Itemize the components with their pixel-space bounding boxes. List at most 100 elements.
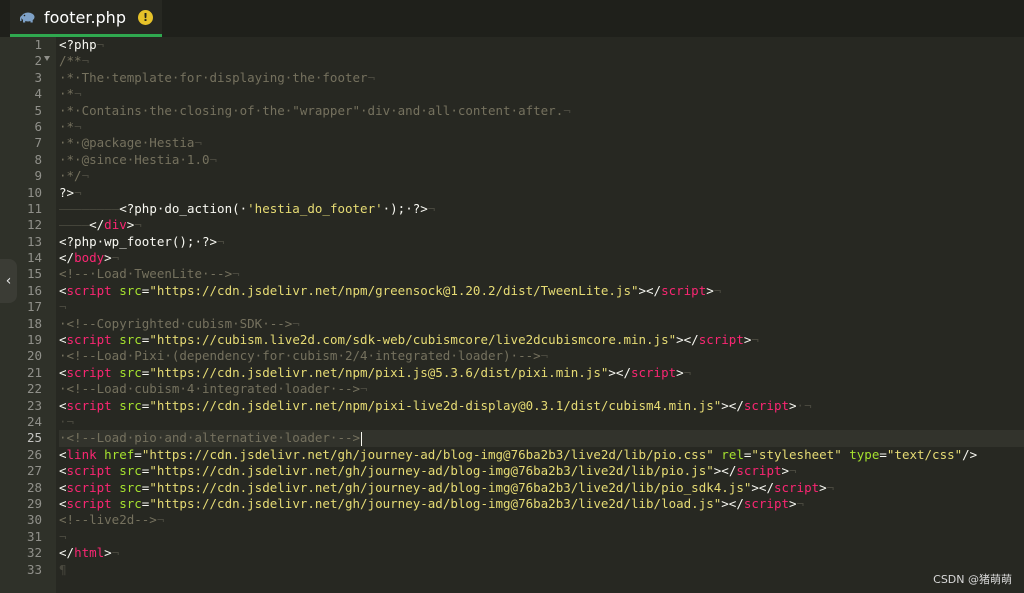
code-line[interactable]: </body>¬ (59, 250, 1024, 266)
code-token: ¬ (74, 118, 82, 134)
code-line[interactable]: ·*·@since·Hestia·1.0¬ (59, 152, 1024, 168)
tab-footer-php[interactable]: footer.php ! (10, 0, 162, 37)
code-token: "https://cdn.jsdelivr.net/npm/pixi.js@5.… (149, 364, 609, 380)
code-token: html (74, 545, 105, 561)
code-token: ¶ (59, 561, 67, 577)
code-token: ·);·?> (382, 200, 428, 216)
code-token: ·<!--Load·pio·and·alternative·loader·--> (59, 430, 361, 446)
code-token: "https://cdn.jsdelivr.net/gh/journey-ad/… (149, 463, 714, 479)
code-line[interactable]: ·¬ (59, 414, 1024, 430)
code-token: < (59, 446, 67, 462)
code-area[interactable]: <?php¬/**¬ ·*·The·template·for·displaying… (59, 37, 1024, 578)
code-token: <?php·do_action(· (119, 200, 248, 216)
code-line[interactable]: ¬ (59, 299, 1024, 315)
code-token: ¬ (789, 463, 797, 479)
code-token: ———— (59, 217, 90, 233)
code-token: "https://cdn.jsdelivr.net/npm/pixi-live2… (149, 397, 722, 413)
code-token: src (119, 332, 142, 348)
code-token: /** (59, 53, 82, 69)
code-token: ¬ (74, 86, 82, 102)
code-token: = (879, 446, 887, 462)
code-token: ·*·@since·Hestia·1.0 (59, 151, 210, 167)
code-line[interactable]: </html>¬ (59, 545, 1024, 561)
code-token: ¬ (134, 217, 142, 233)
code-token: ¬ (540, 348, 549, 364)
code-line[interactable]: <script src="https://cubism.live2d.com/s… (59, 332, 1024, 348)
code-line[interactable]: ·<!--Copyrighted·cubism·SDK·-->¬ (59, 316, 1024, 332)
code-token: ———————— (59, 200, 120, 216)
code-line[interactable]: ·*·@package·Hestia¬ (59, 135, 1024, 151)
code-token: </ (89, 217, 105, 233)
code-line[interactable]: ·*·The·template·for·displaying·the·foote… (59, 70, 1024, 86)
code-line[interactable]: ·<!--Load·pio·and·alternative·loader·--> (59, 430, 1024, 447)
code-token: < (59, 282, 67, 298)
line-number: 31 (26, 528, 42, 544)
code-line[interactable]: <link href="https://cdn.jsdelivr.net/gh/… (59, 447, 1024, 463)
code-token: ¬ (111, 545, 120, 561)
code-token: script (743, 397, 790, 413)
code-editor[interactable]: 1 2 3 4 5 6 7 8 9 10 11 12 13 14 15 16 17 18 19 20 21 22 23 24 2… (0, 37, 1024, 593)
code-token: ></ (676, 332, 699, 348)
collapse-sidebar-button[interactable]: ‹ (0, 259, 17, 303)
code-line[interactable]: ·<!--Load·cubism·4·integrated·loader·-->… (59, 381, 1024, 397)
code-line[interactable]: ————————<?php·do_action(·'hestia_do_foot… (59, 201, 1024, 217)
code-line[interactable]: ¶ (59, 562, 1024, 578)
line-number: 24 (26, 413, 42, 429)
line-number: 1 (34, 37, 42, 52)
code-token: ></ (721, 397, 744, 413)
code-token: type (849, 446, 880, 462)
code-line[interactable]: <script src="https://cdn.jsdelivr.net/gh… (59, 463, 1024, 479)
code-line[interactable]: <script src="https://cdn.jsdelivr.net/gh… (59, 496, 1024, 512)
code-line[interactable]: <!--live2d-->¬ (59, 512, 1024, 528)
code-token: ¬ (59, 299, 67, 315)
code-line[interactable]: /**¬ (59, 53, 1024, 69)
code-line[interactable]: ·<!--Load·Pixi·(dependency·for·cubism·2/… (59, 348, 1024, 364)
code-line[interactable]: <!--·Load·TweenLite·-->¬ (59, 266, 1024, 282)
code-token: ¬ (367, 69, 376, 85)
code-line[interactable]: ————</div>¬ (59, 217, 1024, 233)
code-token: ¬ (683, 364, 692, 380)
code-line[interactable]: <?php¬ (59, 37, 1024, 53)
code-line[interactable]: <?php·wp_footer();·?>¬ (59, 234, 1024, 250)
code-token: ¬ (217, 233, 225, 249)
code-line[interactable]: ·*¬ (59, 86, 1024, 102)
code-line[interactable]: <script src="https://cdn.jsdelivr.net/gh… (59, 480, 1024, 496)
line-number: 29 (26, 495, 42, 511)
code-token: < (59, 397, 67, 413)
warning-icon[interactable]: ! (137, 9, 153, 25)
code-token: ·*·@package·Hestia (59, 135, 195, 151)
code-line[interactable]: ¬ (59, 529, 1024, 545)
code-token: ·*·Contains·the·closing·of·the·"wrapper"… (59, 102, 564, 118)
code-line[interactable]: <script src="https://cdn.jsdelivr.net/np… (59, 365, 1024, 381)
code-token: ·<!--Load·Pixi·(dependency·for·cubism·2/… (59, 348, 541, 364)
code-line[interactable]: ·*/¬ (59, 168, 1024, 184)
code-token: ?> (59, 184, 75, 200)
line-number: 21 (26, 364, 42, 380)
code-token: ¬ (427, 200, 436, 216)
code-token: script (66, 397, 112, 413)
line-number: 19 (26, 332, 42, 348)
code-line[interactable]: <script src="https://cdn.jsdelivr.net/np… (59, 398, 1024, 414)
code-token: ></ (638, 282, 662, 298)
code-token: ¬ (826, 479, 835, 495)
code-token: script (66, 463, 112, 479)
code-line[interactable]: ·*·Contains·the·closing·of·the·"wrapper"… (59, 103, 1024, 119)
code-token: "https://cdn.jsdelivr.net/npm/greensock@… (149, 282, 639, 298)
code-token: script (743, 495, 790, 511)
code-token: ¬ (751, 332, 759, 348)
code-token: > (104, 545, 112, 561)
code-token: body (74, 250, 105, 266)
line-number: 26 (26, 446, 42, 462)
line-number: 7 (34, 135, 42, 151)
code-token: ¬ (194, 135, 202, 151)
code-token: <?php·wp_footer();·?> (59, 233, 218, 249)
code-token: ></ (713, 463, 737, 479)
line-number: 4 (34, 86, 42, 102)
code-token: ¬ (796, 495, 805, 511)
code-token: "https://cubism.live2d.com/sdk-web/cubis… (149, 332, 677, 348)
code-line[interactable]: ·*¬ (59, 119, 1024, 135)
code-line[interactable]: <script src="https://cdn.jsdelivr.net/np… (59, 283, 1024, 299)
code-token: ¬ (713, 282, 722, 298)
fold-arrow-icon[interactable] (44, 56, 50, 61)
code-line[interactable]: ?>¬ (59, 185, 1024, 201)
